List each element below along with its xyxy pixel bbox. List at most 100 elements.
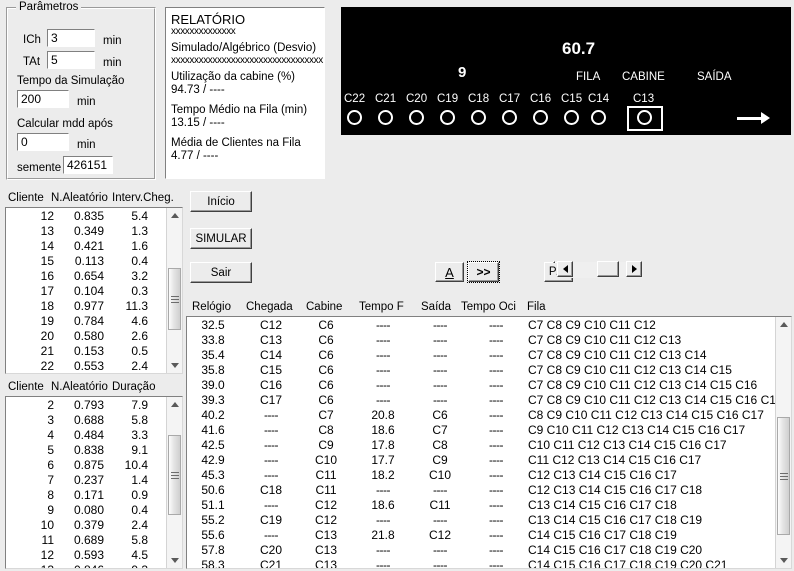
table-row[interactable]: 5 0.838 9.1 <box>6 443 165 458</box>
log-header-relogio: Relógio <box>192 301 231 313</box>
table-row[interactable]: 8 0.171 0.9 <box>6 488 165 503</box>
table-cell: ---- <box>264 408 278 422</box>
service-scrollbar-thumb[interactable] <box>168 435 181 515</box>
sim-time-input[interactable]: 200 <box>17 90 69 108</box>
font-size-button[interactable]: A <box>435 262 464 282</box>
table-cell: C19 <box>259 513 282 527</box>
tat-input[interactable]: 5 <box>47 51 95 69</box>
ich-input[interactable]: 3 <box>47 29 95 47</box>
table-row[interactable]: 10 0.379 2.4 <box>6 518 165 533</box>
seed-input[interactable]: 426151 <box>63 156 113 174</box>
log-scroll-up-button[interactable] <box>776 317 791 332</box>
table-row[interactable]: 4 0.484 3.3 <box>6 428 165 443</box>
table-row[interactable]: 42.9 ---- C10 17.7 C9 ---- C11 C12 C13 C14 C15… <box>187 453 774 468</box>
table-cell: 3 <box>47 413 54 427</box>
arrivals-scroll-up-button[interactable] <box>167 208 182 223</box>
table-row[interactable]: 6 0.875 10.4 <box>6 458 165 473</box>
table-row[interactable]: 19 0.784 4.6 <box>6 314 165 329</box>
table-row[interactable]: 57.8 C20 C13 ---- ---- ---- C14 C15 C16 C17 C1… <box>187 543 774 558</box>
table-cell: 3.2 <box>131 269 148 283</box>
mdd-input[interactable]: 0 <box>17 133 69 151</box>
table-row[interactable]: 39.3 C17 C6 ---- ---- ---- C7 C8 C9 C10 C11 C1… <box>187 393 782 408</box>
table-cell: 20 <box>40 329 54 343</box>
table-row[interactable]: 41.6 ---- C8 18.6 C7 ---- C9 C10 C11 C12 C13 C… <box>187 423 774 438</box>
table-row[interactable]: 51.1 ---- C12 18.6 C11 ---- C13 C14 C15 C16 C1… <box>187 498 774 513</box>
table-row[interactable]: 13 0.349 1.3 <box>6 224 165 239</box>
table-row[interactable]: 35.8 C15 C6 ---- ---- ---- C7 C8 C9 C10 C11 C1… <box>187 363 774 378</box>
table-row[interactable]: 9 0.080 0.4 <box>6 503 165 518</box>
service-grid-scrollbar[interactable] <box>166 397 182 568</box>
queue-client-label: C19 <box>437 93 459 105</box>
step-forward-button-label: >> <box>476 265 491 279</box>
grip-icon <box>170 294 179 305</box>
table-row[interactable]: 45.3 ---- C11 18.2 C10 ---- C12 C13 C14 C15 C1… <box>187 468 774 483</box>
log-header-fila: Fila <box>527 301 546 313</box>
report-metric-2-value: 13.15 / ---- <box>171 117 225 129</box>
table-row[interactable]: 17 0.104 0.3 <box>6 284 165 299</box>
table-cell: 55.6 <box>201 528 225 542</box>
log-table-body[interactable]: 32.5 C12 C6 ---- ---- ---- C7 C8 C9 C10 C11 C1… <box>186 316 792 569</box>
table-cell: ---- <box>264 498 278 512</box>
speed-scroll-right-button[interactable] <box>626 261 642 277</box>
table-row[interactable]: 58.3 C21 C13 ---- ---- ---- C14 C15 C16 C17 C1… <box>187 558 774 569</box>
inicio-button[interactable]: Início <box>190 191 252 212</box>
table-row[interactable]: 12 0.835 5.4 <box>6 209 165 224</box>
table-cell: 1.4 <box>131 473 148 487</box>
table-row[interactable]: 14 0.421 1.6 <box>6 239 165 254</box>
report-panel: RELATÓRIO xxxxxxxxxxxxxx Simulado/Algébr… <box>165 7 325 179</box>
log-scrollbar-thumb[interactable] <box>777 417 790 535</box>
queue-slot-circle <box>378 110 393 125</box>
table-cell: 57.8 <box>201 543 225 557</box>
table-row[interactable]: 33.8 C13 C6 ---- ---- ---- C7 C8 C9 C10 C11 C1… <box>187 333 774 348</box>
queue-client-label: C21 <box>375 93 397 105</box>
log-scroll-down-button[interactable] <box>776 553 791 568</box>
table-row[interactable]: 13 0.846 9.3 <box>6 563 165 568</box>
speed-scroll-left-button[interactable] <box>557 261 573 277</box>
label-saida: SAÍDA <box>697 71 732 83</box>
table-row[interactable]: 16 0.654 3.2 <box>6 269 165 284</box>
sair-button[interactable]: Sair <box>190 262 252 283</box>
table-row[interactable]: 22 0.553 2.4 <box>6 359 165 373</box>
table-row[interactable]: 15 0.113 0.4 <box>6 254 165 269</box>
table-row[interactable]: 2 0.793 7.9 <box>6 398 165 413</box>
service-grid-body[interactable]: 2 0.793 7.9 3 0.688 5.8 4 0.484 3.3 5 0.838 9.1 6 0.8… <box>5 396 183 569</box>
table-row[interactable]: 39.0 C16 C6 ---- ---- ---- C7 C8 C9 C10 C11 C1… <box>187 378 774 393</box>
arrivals-scrollbar-thumb[interactable] <box>168 268 181 330</box>
table-row[interactable]: 32.5 C12 C6 ---- ---- ---- C7 C8 C9 C10 C11 C1… <box>187 318 774 333</box>
arrivals-grid-scrollbar[interactable] <box>166 208 182 373</box>
table-cell: C14 C15 C16 C17 C18 C19 C20 C21 <box>528 558 728 569</box>
simulation-clock: 60.7 <box>562 39 596 58</box>
table-row[interactable]: 42.5 ---- C9 17.8 C8 ---- C10 C11 C12 C13 C14 … <box>187 438 774 453</box>
table-row[interactable]: 11 0.689 5.8 <box>6 533 165 548</box>
table-cell: 15 <box>40 254 54 268</box>
queue-slot-circle <box>591 110 606 125</box>
table-row[interactable]: 20 0.580 2.6 <box>6 329 165 344</box>
table-row[interactable]: 21 0.153 0.5 <box>6 344 165 359</box>
log-table-scrollbar[interactable] <box>775 317 791 568</box>
table-row[interactable]: 3 0.688 5.8 <box>6 413 165 428</box>
table-row[interactable]: 55.2 C19 C12 ---- ---- ---- C13 C14 C15 C16 C1… <box>187 513 774 528</box>
table-row[interactable]: 12 0.593 4.5 <box>6 548 165 563</box>
hscroll-spacer <box>553 261 555 263</box>
table-row[interactable]: 18 0.977 11.3 <box>6 299 165 314</box>
arrivals-grid-body[interactable]: 12 0.835 5.4 13 0.349 1.3 14 0.421 1.6 15 0.113 0.4… <box>5 207 183 374</box>
service-scroll-up-button[interactable] <box>167 397 182 412</box>
table-cell: 0.688 <box>73 413 104 427</box>
table-cell: C17 <box>259 393 282 407</box>
table-row[interactable]: 50.6 C18 C11 ---- ---- ---- C12 C13 C14 C15 C1… <box>187 483 774 498</box>
speed-scrollbar-thumb[interactable] <box>597 261 619 277</box>
report-metric-1-label: Utilização da cabine (%) <box>171 70 296 83</box>
table-row[interactable]: 40.2 ---- C7 20.8 C6 ---- C8 C9 C10 C11 C12 C1… <box>187 408 774 423</box>
table-cell: 1.6 <box>131 239 148 253</box>
table-row[interactable]: 7 0.237 1.4 <box>6 473 165 488</box>
step-forward-button[interactable]: >> <box>467 261 500 283</box>
table-cell: C21 <box>259 558 282 569</box>
simular-button[interactable]: SIMULAR <box>190 228 252 249</box>
table-cell: ---- <box>489 333 503 347</box>
log-header-chegada: Chegada <box>246 301 293 313</box>
table-row[interactable]: 55.6 ---- C13 21.8 C12 ---- C14 C15 C16 C17 C1… <box>187 528 774 543</box>
table-row[interactable]: 35.4 C14 C6 ---- ---- ---- C7 C8 C9 C10 C11 C1… <box>187 348 774 363</box>
table-cell: ---- <box>376 318 390 332</box>
arrivals-scroll-down-button[interactable] <box>167 358 182 373</box>
service-scroll-down-button[interactable] <box>167 553 182 568</box>
